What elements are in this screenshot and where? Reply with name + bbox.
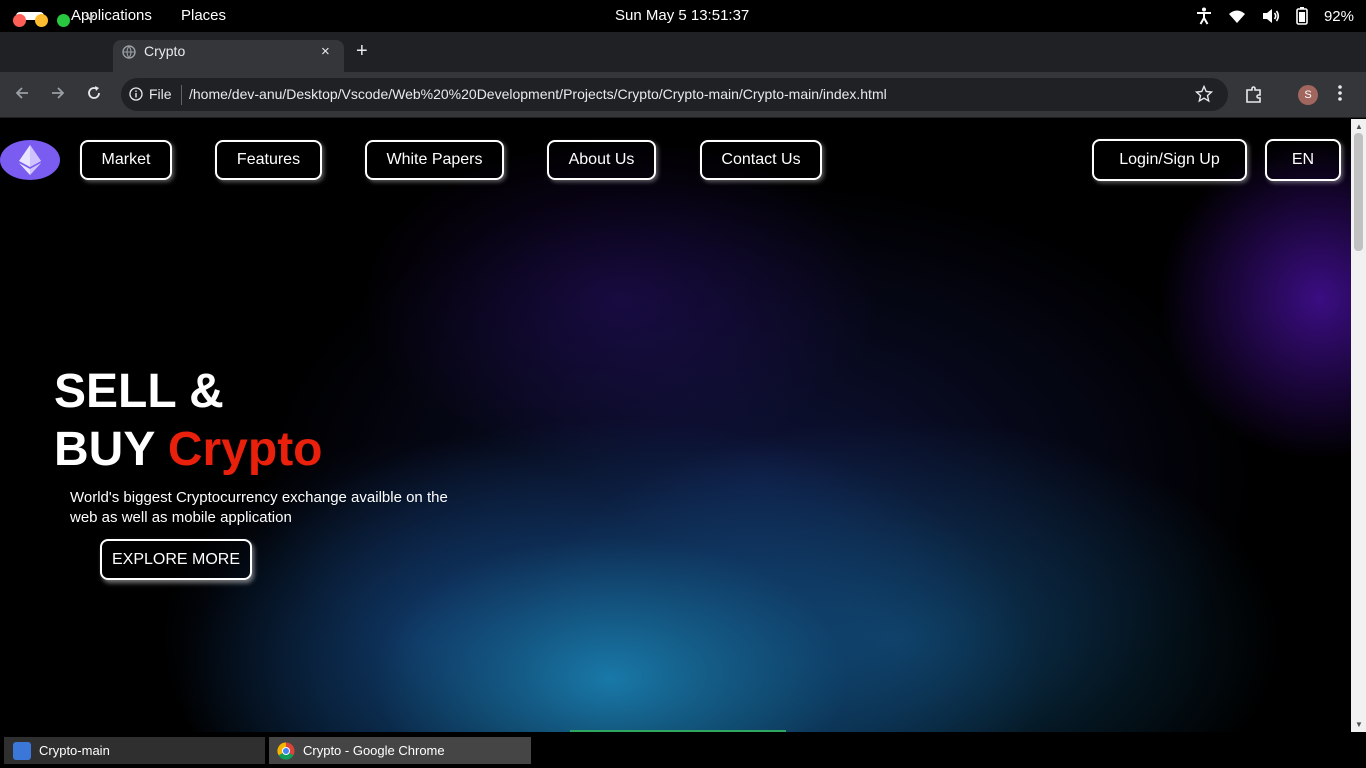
- window-maximize-button[interactable]: [57, 14, 70, 27]
- reload-icon[interactable]: [85, 84, 103, 106]
- nav-market-button[interactable]: Market: [80, 140, 172, 180]
- forward-icon[interactable]: [49, 84, 67, 106]
- language-button[interactable]: EN: [1265, 139, 1341, 181]
- browser-menu-icon[interactable]: [1338, 84, 1342, 106]
- accessibility-icon[interactable]: [1196, 7, 1212, 25]
- tab-close-icon[interactable]: ×: [321, 43, 330, 60]
- places-menu[interactable]: Places: [181, 7, 226, 24]
- hero-heading-line1: SELL &: [54, 365, 224, 418]
- battery-percent: 92%: [1323, 7, 1354, 25]
- window-close-button[interactable]: [13, 14, 26, 27]
- hero-heading-line2: BUY Crypto: [54, 421, 323, 479]
- page-scrollbar[interactable]: ▲ ▼: [1351, 119, 1366, 732]
- hero-heading: SELL & BUY Crypto: [54, 363, 323, 479]
- back-icon[interactable]: [13, 84, 31, 106]
- explore-more-button[interactable]: EXPLORE MORE: [100, 539, 252, 580]
- chrome-icon: [277, 741, 295, 760]
- scroll-down-arrow-icon[interactable]: ▼: [1355, 720, 1363, 729]
- ethereum-logo-icon[interactable]: [0, 140, 60, 180]
- hero-heading-crypto: Crypto: [167, 423, 323, 476]
- url-text[interactable]: /home/dev-anu/Desktop/Vscode/Web%20%20De…: [189, 86, 887, 102]
- file-manager-icon: [13, 741, 31, 760]
- window-minimize-button[interactable]: [35, 14, 48, 27]
- scrollbar-thumb[interactable]: [1354, 133, 1363, 251]
- bookmark-star-icon[interactable]: [1194, 84, 1214, 108]
- web-page: Market Features White Papers About Us Co…: [0, 119, 1351, 732]
- hero-subtitle: World's biggest Cryptocurrency exchange …: [70, 489, 448, 526]
- extensions-puzzle-icon[interactable]: [1244, 85, 1264, 110]
- profile-avatar[interactable]: S: [1298, 85, 1318, 105]
- url-scheme-label[interactable]: File: [149, 86, 172, 102]
- nav-features-button[interactable]: Features: [215, 140, 322, 180]
- taskbar-item-label: Crypto - Google Chrome: [303, 743, 445, 758]
- tab-search-chevron-icon[interactable]: [84, 11, 96, 26]
- tab-title: Crypto: [144, 43, 186, 59]
- login-signup-button[interactable]: Login/Sign Up: [1092, 139, 1247, 181]
- scroll-up-arrow-icon[interactable]: ▲: [1355, 122, 1363, 131]
- globe-icon: [122, 45, 136, 64]
- omnibox-divider: [181, 85, 182, 105]
- taskbar-item-label: Crypto-main: [39, 743, 110, 758]
- nav-contact-us-button[interactable]: Contact Us: [700, 140, 822, 180]
- nav-about-us-button[interactable]: About Us: [547, 140, 656, 180]
- system-top-bar: Applications Places Sun May 5 13:51:37 9…: [0, 0, 1366, 32]
- nav-white-papers-button[interactable]: White Papers: [365, 140, 504, 180]
- volume-icon[interactable]: [1262, 8, 1280, 24]
- battery-icon[interactable]: [1296, 7, 1308, 25]
- hero-heading-buy: BUY: [54, 423, 155, 476]
- wifi-icon[interactable]: [1228, 8, 1246, 24]
- new-tab-button[interactable]: +: [356, 40, 368, 62]
- taskbar-item-chrome[interactable]: Crypto - Google Chrome: [269, 737, 531, 764]
- taskbar-item-files[interactable]: Crypto-main: [4, 737, 265, 764]
- site-info-icon[interactable]: [129, 87, 143, 106]
- clock[interactable]: Sun May 5 13:51:37: [615, 7, 749, 24]
- system-tray[interactable]: 92%: [1196, 5, 1354, 27]
